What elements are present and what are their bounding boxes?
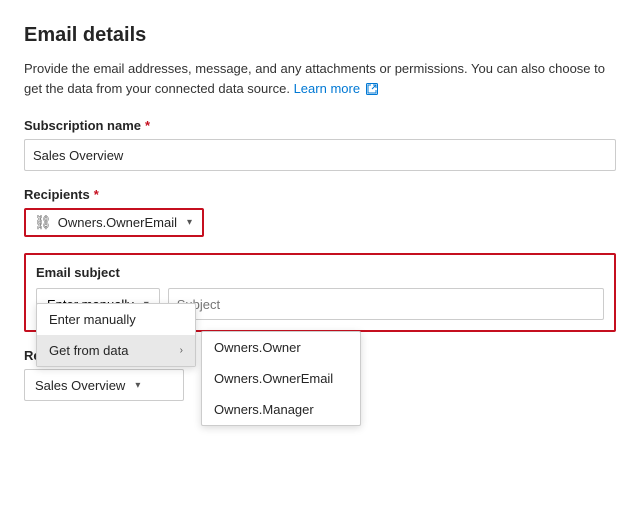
submenu-item-owners-manager[interactable]: Owners.Manager [202, 394, 360, 425]
recipients-dropdown[interactable]: ⛓ Owners.OwnerEmail ▾ [24, 208, 204, 237]
submenu-item-owners-owneremail[interactable]: Owners.OwnerEmail [202, 363, 360, 394]
subscription-name-label: Subscription name * [24, 118, 616, 133]
recipients-group: Recipients * ⛓ Owners.OwnerEmail ▾ [24, 187, 616, 237]
report-page-chevron-icon: ▾ [135, 380, 140, 391]
email-subject-group: Email subject Enter manually ▾ Enter man… [24, 253, 616, 332]
dropdown-item-get-from-data[interactable]: Get from data › [37, 335, 195, 366]
subscription-name-input[interactable] [24, 139, 616, 171]
get-from-data-chevron-icon: › [180, 345, 183, 356]
link-icon: ⛓ [34, 214, 52, 231]
dropdown-item-enter-manually[interactable]: Enter manually [37, 304, 195, 335]
email-subject-label: Email subject [36, 265, 604, 280]
get-from-data-submenu: Owners.Owner Owners.OwnerEmail Owners.Ma… [201, 331, 361, 426]
subscription-name-group: Subscription name * [24, 118, 616, 171]
report-page-value: Sales Overview [35, 378, 125, 393]
subscription-name-required: * [145, 118, 150, 133]
recipients-value: Owners.OwnerEmail [58, 215, 177, 230]
learn-more-link[interactable]: Learn more [294, 81, 378, 96]
description: Provide the email addresses, message, an… [24, 59, 616, 98]
recipients-label: Recipients * [24, 187, 616, 202]
email-subject-dropdown-menu: Enter manually Get from data › [36, 303, 196, 367]
email-subject-input[interactable] [168, 288, 604, 320]
external-link-icon [366, 83, 378, 95]
report-page-dropdown[interactable]: Sales Overview ▾ [24, 369, 184, 401]
recipients-chevron-icon: ▾ [187, 217, 192, 228]
recipients-required: * [94, 187, 99, 202]
page-title: Email details [24, 24, 616, 47]
submenu-item-owners-owner[interactable]: Owners.Owner [202, 332, 360, 363]
